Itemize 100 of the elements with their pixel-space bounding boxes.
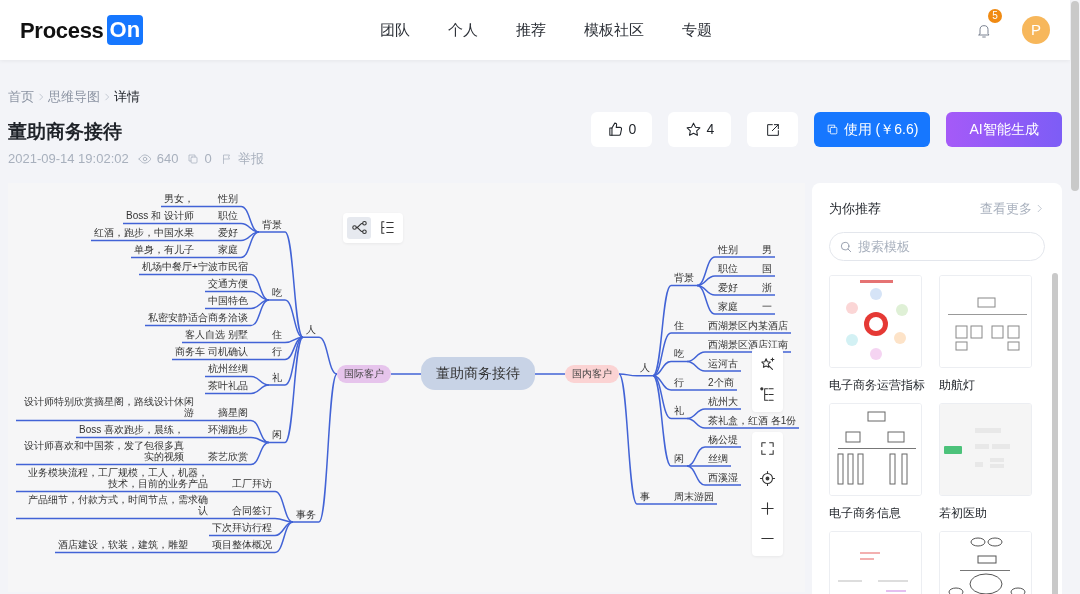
topic-label: 下次拜访行程 <box>211 522 273 534</box>
copy-icon <box>187 152 200 165</box>
topic-label: 家庭 <box>217 244 239 256</box>
template-name[interactable]: 助航灯 <box>939 376 975 394</box>
mindmap-view-button[interactable] <box>347 216 371 239</box>
chevron-icon <box>36 92 46 102</box>
topic-label: 浙 <box>761 281 773 294</box>
topic-label: 一 <box>761 300 773 313</box>
topic-label: 住 <box>673 319 685 332</box>
nav-link[interactable]: 推荐 <box>497 18 566 42</box>
topic-label: 客人自选 别墅 <box>184 329 249 341</box>
topic-label: 丝绸 <box>707 452 729 465</box>
thumbs-up-icon <box>606 121 624 138</box>
view-count: 640 <box>156 150 179 168</box>
nav-link[interactable]: 专题 <box>663 18 732 42</box>
nav-link[interactable]: 模板社区 <box>565 18 664 42</box>
topic-label: 产品细节，付款方式，时间节点，需求确认 <box>27 494 209 517</box>
topic-label: 私密安静适合商务洽谈 <box>147 312 249 324</box>
topic-label: 设计师喜欢和中国茶，发了包很多真实的视频 <box>23 440 185 463</box>
topic-label: 合同签订 <box>231 505 273 517</box>
topic-label: 单身，有儿子 <box>133 244 195 256</box>
topic-label: 杭州丝绸 <box>207 363 249 375</box>
topic-label: 2个商 <box>707 376 735 389</box>
outline-icon <box>378 219 396 236</box>
breadcrumb-current: 详情 <box>114 88 140 107</box>
topic-label: 男女， <box>163 193 195 205</box>
topic-label: Boss 喜欢跑步，晨练， <box>78 424 185 436</box>
target-icon <box>759 470 776 487</box>
topic-label: 爱好 <box>217 227 239 239</box>
topic-label: 行 <box>673 376 685 389</box>
date-text: 2021-09-14 19:02:02 <box>8 150 129 168</box>
topic-label: 交通方便 <box>207 278 249 290</box>
flag-icon <box>220 152 233 165</box>
topic-label: 环湖跑步 <box>207 424 249 436</box>
topic-label: 西溪湿 <box>707 471 739 484</box>
topic-label: 家庭 <box>717 300 739 313</box>
branch-topic: 国内客户 <box>565 364 619 383</box>
branch-connector <box>534 372 566 375</box>
ai-generate-button[interactable]: AI智能生成 <box>946 112 1062 147</box>
share-button[interactable] <box>747 112 798 147</box>
topic-label: 业务模块流程，工厂规模，工人，机器，技术，目前的业务产品 <box>27 467 209 490</box>
section-title: 为你推荐 <box>829 199 881 218</box>
root-topic: 董助商务接待 <box>421 357 535 390</box>
topic-label: 行 <box>271 346 283 358</box>
topic-label: 吃 <box>271 286 283 299</box>
topic-label: 运河古 <box>707 357 739 370</box>
topic-label: 住 <box>271 329 283 341</box>
topic-label: 国 <box>761 262 773 275</box>
mindmap-icon <box>350 219 368 236</box>
branch-connector <box>390 372 422 375</box>
topic-label: 杭州大 <box>707 395 739 408</box>
branch-topic: 国际客户 <box>337 364 391 383</box>
template-name[interactable]: 若初医助 <box>939 504 987 522</box>
topic-label: 男 <box>761 243 773 256</box>
star-icon <box>684 121 702 138</box>
nav-link[interactable]: 团队 <box>361 18 430 42</box>
topic-label: 爱好 <box>717 281 739 294</box>
eye-icon <box>137 151 152 166</box>
star-button[interactable]: 4 <box>668 112 731 147</box>
logo-text[interactable]: Process <box>20 13 104 47</box>
use-button[interactable]: 使用 (￥6.6) <box>814 112 930 147</box>
outline-icon <box>759 386 776 403</box>
topic-label: 性别 <box>217 193 239 205</box>
topic-label: 摘星阁 <box>217 407 249 419</box>
topic-label: 事务 <box>295 508 317 521</box>
topic-label: 礼 <box>673 405 685 417</box>
topic-label: 职位 <box>217 210 239 222</box>
topic-label: 性别 <box>717 243 739 256</box>
topic-label: 商务车 司机确认 <box>174 346 249 358</box>
topic-label: 工厂拜访 <box>231 478 273 490</box>
scrollbar[interactable] <box>1071 1 1079 191</box>
topic-label: 礼 <box>271 371 283 384</box>
nav-link[interactable]: 个人 <box>429 18 498 42</box>
topic-label: 红酒，跑步，中国水果 <box>93 227 195 239</box>
bell-icon[interactable] <box>976 22 992 39</box>
topic-label: 背景 <box>261 218 283 231</box>
chevron-icon <box>102 92 112 102</box>
topic-label: 事 <box>639 490 651 503</box>
logo-badge[interactable]: On <box>106 15 144 45</box>
topic-label: 茶叶礼品 <box>207 380 249 392</box>
topic-label: 机场中餐厅+宁波市民宿 <box>141 261 249 273</box>
search-icon <box>839 240 853 254</box>
copy-icon <box>825 123 839 136</box>
notification-badge: 5 <box>988 9 1002 23</box>
scrollbar[interactable] <box>1052 272 1058 594</box>
topic-label: Boss 和 设计师 <box>125 210 195 222</box>
like-button[interactable]: 0 <box>591 112 652 147</box>
search-field[interactable]: 搜索模板 <box>829 232 1045 261</box>
topic-label: 项目整体概况 <box>211 539 273 551</box>
topic-label: 酒店建设，软装，建筑，雕塑 <box>57 539 189 551</box>
template-name[interactable]: 电子商务运营指标 <box>829 376 925 394</box>
topic-label: 吃 <box>673 348 685 360</box>
topic-label: 杨公堤 <box>707 433 739 446</box>
minus-icon <box>759 537 776 540</box>
copy-count: 0 <box>204 150 212 168</box>
topic-label: 闲 <box>673 452 685 465</box>
topic-label: 周末游园 <box>673 490 715 503</box>
template-name[interactable]: 电子商务信息 <box>829 504 901 522</box>
topic-label: 闲 <box>271 429 283 441</box>
topic-label: 茶艺欣赏 <box>207 451 249 463</box>
